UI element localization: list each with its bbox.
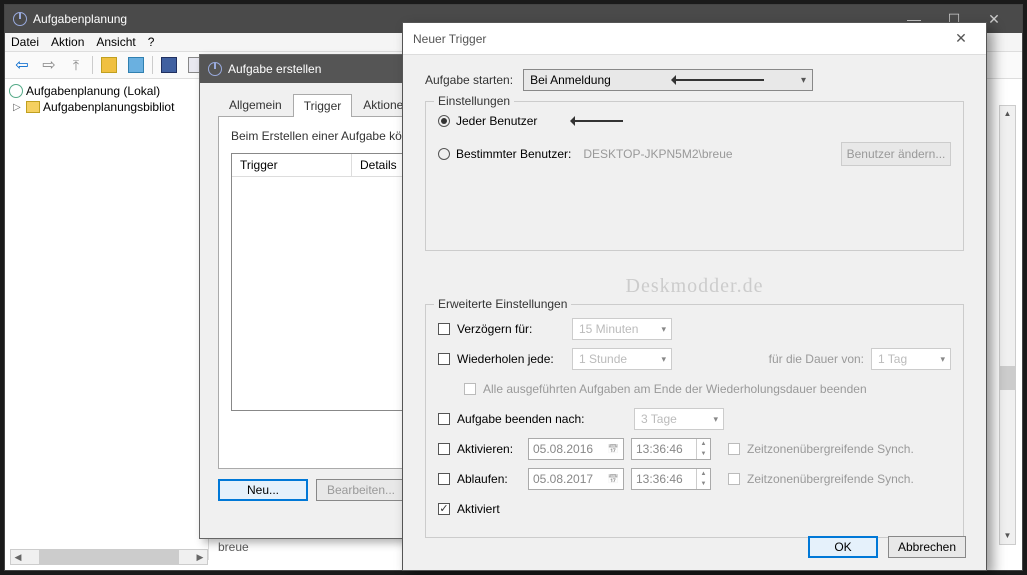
- radio-any-user[interactable]: [438, 115, 450, 127]
- col-trigger[interactable]: Trigger: [232, 154, 352, 176]
- specific-user-value: DESKTOP-JKPN5M2\breue: [583, 147, 732, 161]
- tab-trigger[interactable]: Trigger: [293, 94, 353, 117]
- scheduler-icon: [9, 84, 23, 98]
- new-button[interactable]: Neu...: [218, 479, 308, 501]
- radio-specific-user[interactable]: [438, 148, 450, 160]
- app-icon: [208, 62, 222, 76]
- enabled-label: Aktiviert: [457, 502, 500, 516]
- activate-date: 05.08.2016: [528, 438, 624, 460]
- tree-panel: Aufgabenplanung (Lokal) ▷ Aufgabenplanun…: [5, 79, 209, 560]
- any-user-label: Jeder Benutzer: [456, 114, 537, 128]
- toolbar-icon-1[interactable]: [98, 55, 120, 75]
- toolbar-icon-3[interactable]: [158, 55, 180, 75]
- tree-hscrollbar[interactable]: ◀▶: [10, 549, 208, 565]
- annotation-arrow: [674, 79, 764, 81]
- stop-after-label: Aufgabe beenden nach:: [457, 412, 627, 426]
- enabled-checkbox[interactable]: [438, 503, 450, 515]
- forward-button[interactable]: ⇨: [38, 55, 60, 75]
- trigger-titlebar[interactable]: Neuer Trigger ✕: [403, 23, 986, 55]
- new-trigger-dialog: Neuer Trigger ✕ Aufgabe starten: Bei Anm…: [402, 22, 987, 571]
- delay-combo: 15 Minuten: [572, 318, 672, 340]
- tz-sync-label-1: Zeitzonenübergreifende Synch.: [747, 442, 914, 456]
- folder-icon: [26, 101, 40, 113]
- start-task-label: Aufgabe starten:: [425, 73, 513, 87]
- repeat-combo: 1 Stunde: [572, 348, 672, 370]
- app-icon: [13, 12, 27, 26]
- tz-sync-checkbox-2: [728, 473, 740, 485]
- right-vscrollbar[interactable]: ▲ ▼: [999, 105, 1016, 545]
- up-button[interactable]: ⤒: [65, 55, 87, 75]
- tz-sync-label-2: Zeitzonenübergreifende Synch.: [747, 472, 914, 486]
- expire-label: Ablaufen:: [457, 472, 521, 486]
- menu-ansicht[interactable]: Ansicht: [96, 35, 135, 49]
- expire-checkbox[interactable]: [438, 473, 450, 485]
- tree-library[interactable]: ▷ Aufgabenplanungsbibliot: [7, 99, 206, 115]
- ok-button[interactable]: OK: [808, 536, 878, 558]
- stop-all-label: Alle ausgeführten Aufgaben am Ende der W…: [483, 382, 867, 396]
- repeat-label: Wiederholen jede:: [457, 352, 565, 366]
- stop-after-combo: 3 Tage: [634, 408, 724, 430]
- cancel-button[interactable]: Abbrechen: [888, 536, 966, 558]
- delay-label: Verzögern für:: [457, 322, 565, 336]
- edit-button: Bearbeiten...: [316, 479, 406, 501]
- expand-icon[interactable]: ▷: [13, 102, 23, 113]
- tab-allgemein[interactable]: Allgemein: [218, 93, 293, 116]
- start-task-dropdown[interactable]: Bei Anmeldung: [523, 69, 813, 91]
- stop-all-checkbox: [464, 383, 476, 395]
- menu-datei[interactable]: Datei: [11, 35, 39, 49]
- tz-sync-checkbox-1: [728, 443, 740, 455]
- close-icon[interactable]: ✕: [946, 30, 976, 47]
- expire-date: 05.08.2017: [528, 468, 624, 490]
- activate-label: Aktivieren:: [457, 442, 521, 456]
- specific-user-label: Bestimmter Benutzer:: [456, 147, 571, 161]
- toolbar-icon-2[interactable]: [125, 55, 147, 75]
- watermark: Deskmodder.de: [425, 275, 964, 298]
- advanced-legend: Erweiterte Einstellungen: [434, 297, 571, 311]
- expire-time: 13:36:46▲▼: [631, 468, 711, 490]
- settings-legend: Einstellungen: [434, 94, 514, 108]
- settings-group: Einstellungen Jeder Benutzer Bestimmter …: [425, 101, 964, 251]
- activate-time: 13:36:46▲▼: [631, 438, 711, 460]
- menu-help[interactable]: ?: [148, 35, 155, 49]
- advanced-group: Erweiterte Einstellungen Verzögern für: …: [425, 304, 964, 538]
- trigger-dialog-title: Neuer Trigger: [413, 32, 946, 46]
- tree-root[interactable]: Aufgabenplanung (Lokal): [7, 83, 206, 99]
- stop-after-checkbox[interactable]: [438, 413, 450, 425]
- duration-label: für die Dauer von:: [769, 352, 864, 366]
- duration-combo: 1 Tag: [871, 348, 951, 370]
- annotation-arrow: [573, 120, 623, 122]
- truncated-text: breue: [218, 540, 249, 554]
- delay-checkbox[interactable]: [438, 323, 450, 335]
- back-button[interactable]: ⇦: [11, 55, 33, 75]
- menu-aktion[interactable]: Aktion: [51, 35, 84, 49]
- activate-checkbox[interactable]: [438, 443, 450, 455]
- change-user-button: Benutzer ändern...: [841, 142, 951, 166]
- repeat-checkbox[interactable]: [438, 353, 450, 365]
